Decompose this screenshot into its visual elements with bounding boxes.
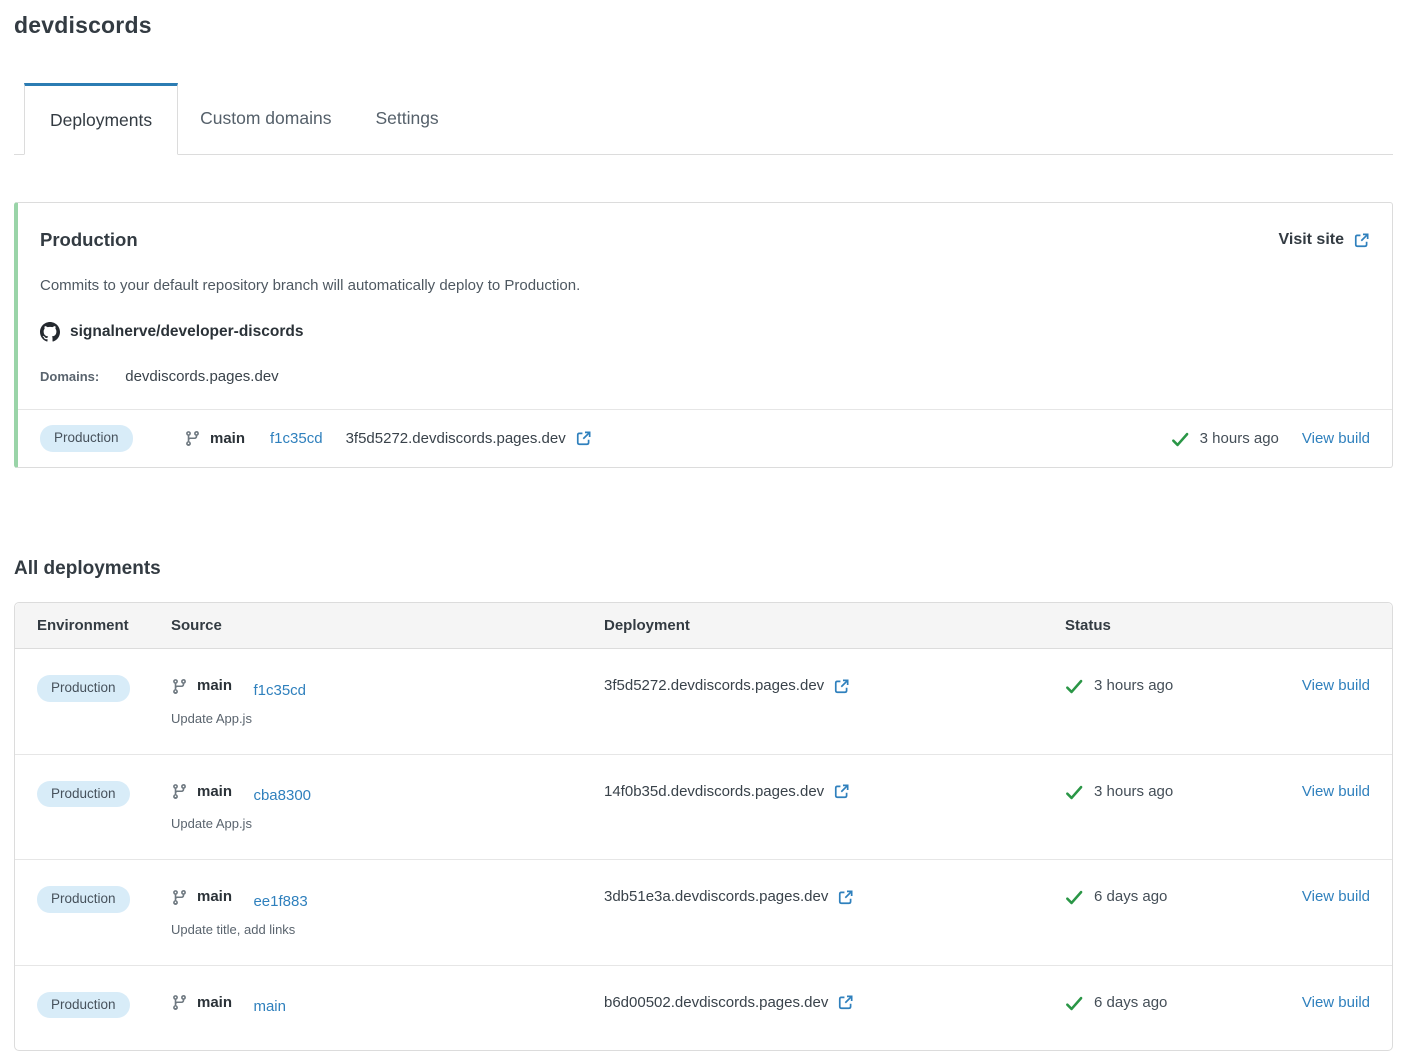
external-link-icon[interactable] (833, 783, 850, 800)
visit-site-label: Visit site (1278, 231, 1344, 249)
page-title: devdiscords (14, 12, 1393, 39)
deployment-status: 3 hours ago (1065, 781, 1173, 803)
table-body: Production main f1c35cd Update App.js 3f… (15, 649, 1392, 1050)
check-icon (1065, 783, 1083, 801)
tab-bar: Deployments Custom domains Settings (14, 83, 1393, 155)
environment-badge: Production (37, 675, 130, 702)
git-branch-icon (171, 889, 188, 906)
status-time: 6 days ago (1094, 992, 1167, 1014)
branch-name: main (197, 675, 232, 697)
column-header-status: Status (1065, 617, 1284, 634)
environment-badge: Production (37, 886, 130, 913)
production-card: Production Visit site Commits to your de… (14, 202, 1393, 468)
deployment-url-group: 3f5d5272.devdiscords.pages.dev (604, 675, 850, 697)
commit-link[interactable]: cba8300 (253, 787, 311, 804)
commit-link[interactable]: f1c35cd (270, 430, 323, 447)
check-icon (1065, 994, 1083, 1012)
column-header-deployment: Deployment (604, 617, 1065, 634)
branch-group: main (171, 675, 232, 697)
repository-line: signalnerve/developer-discords (40, 322, 1370, 342)
deployments-table: Environment Source Deployment Status Pro… (14, 602, 1393, 1051)
all-deployments-title: All deployments (14, 558, 1393, 580)
column-header-source: Source (171, 617, 604, 634)
branch-name: main (210, 430, 245, 447)
domains-line: Domains: devdiscords.pages.dev (40, 368, 1370, 385)
deployment-url: 3db51e3a.devdiscords.pages.dev (604, 886, 828, 908)
branch-name: main (197, 992, 232, 1014)
check-icon (1065, 677, 1083, 695)
view-build-link[interactable]: View build (1302, 888, 1370, 905)
external-link-icon[interactable] (833, 678, 850, 695)
environment-badge: Production (37, 992, 130, 1019)
commit-link[interactable]: f1c35cd (253, 682, 306, 699)
deployment-status: 6 days ago (1065, 886, 1167, 908)
environment-badge: Production (40, 425, 133, 452)
status-time: 6 days ago (1094, 886, 1167, 908)
branch-group: main (184, 430, 245, 447)
commit-link[interactable]: main (253, 998, 286, 1015)
deployment-url: b6d00502.devdiscords.pages.dev (604, 992, 828, 1014)
deployment-url: 14f0b35d.devdiscords.pages.dev (604, 781, 824, 803)
check-icon (1065, 888, 1083, 906)
git-branch-icon (171, 678, 188, 695)
view-build-link[interactable]: View build (1302, 430, 1370, 447)
external-link-icon (1353, 232, 1370, 249)
pages-project-page: devdiscords Deployments Custom domains S… (0, 0, 1413, 1051)
git-branch-icon (184, 430, 201, 447)
git-branch-icon (171, 994, 188, 1011)
view-build-link[interactable]: View build (1302, 994, 1370, 1011)
commit-message: Update App.js (171, 708, 604, 730)
status-time: 3 hours ago (1094, 675, 1173, 697)
external-link-icon[interactable] (837, 994, 854, 1011)
commit-link[interactable]: ee1f883 (253, 893, 307, 910)
branch-group: main (171, 886, 232, 908)
production-description: Commits to your default repository branc… (40, 277, 1370, 294)
column-header-environment: Environment (37, 617, 171, 634)
deployment-status: 3 hours ago (1171, 430, 1279, 448)
external-link-icon[interactable] (575, 430, 592, 447)
branch-name: main (197, 886, 232, 908)
check-icon (1171, 430, 1189, 448)
commit-message: Update App.js (171, 813, 604, 835)
deployment-status: 3 hours ago (1065, 675, 1173, 697)
deployment-row: Production main ee1f883 Update title, ad… (15, 860, 1392, 966)
production-deployment-row: Production main f1c35cd 3f5d5272.devdisc… (18, 409, 1392, 467)
branch-group: main (171, 992, 232, 1014)
status-time: 3 hours ago (1094, 781, 1173, 803)
status-time: 3 hours ago (1200, 430, 1279, 447)
deployment-status: 6 days ago (1065, 992, 1167, 1014)
environment-badge: Production (37, 781, 130, 808)
branch-group: main (171, 781, 232, 803)
tab-settings[interactable]: Settings (353, 83, 460, 154)
domains-value: devdiscords.pages.dev (125, 368, 278, 385)
deployment-url-group: 3f5d5272.devdiscords.pages.dev (346, 430, 592, 447)
branch-name: main (197, 781, 232, 803)
domains-label: Domains: (40, 369, 99, 384)
view-build-link[interactable]: View build (1302, 783, 1370, 800)
deployment-url: 3f5d5272.devdiscords.pages.dev (346, 430, 566, 447)
visit-site-link[interactable]: Visit site (1278, 231, 1370, 249)
external-link-icon[interactable] (837, 889, 854, 906)
git-branch-icon (171, 783, 188, 800)
deployment-row: Production main cba8300 Update App.js 14… (15, 755, 1392, 861)
deployment-url-group: 3db51e3a.devdiscords.pages.dev (604, 886, 854, 908)
view-build-link[interactable]: View build (1302, 677, 1370, 694)
table-header-row: Environment Source Deployment Status (15, 603, 1392, 649)
repository-name: signalnerve/developer-discords (70, 323, 303, 341)
tab-custom-domains[interactable]: Custom domains (178, 83, 353, 154)
deployment-url-group: 14f0b35d.devdiscords.pages.dev (604, 781, 850, 803)
deployment-row: Production main f1c35cd Update App.js 3f… (15, 649, 1392, 755)
deployment-url-group: b6d00502.devdiscords.pages.dev (604, 992, 854, 1014)
deployment-url: 3f5d5272.devdiscords.pages.dev (604, 675, 824, 697)
production-card-title: Production (40, 229, 138, 251)
tab-deployments[interactable]: Deployments (24, 83, 178, 155)
commit-message: Update title, add links (171, 919, 604, 941)
github-icon (40, 322, 60, 342)
